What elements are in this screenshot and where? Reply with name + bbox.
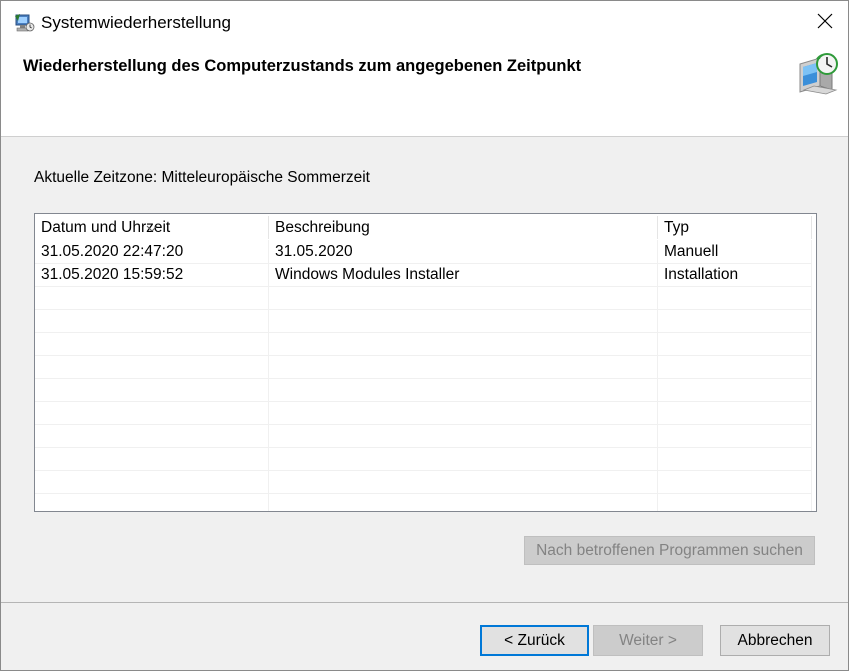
- empty-cell: [658, 401, 812, 424]
- system-restore-icon: [13, 12, 35, 34]
- empty-row: [35, 401, 812, 425]
- empty-cell: [658, 378, 812, 401]
- timezone-label: Aktuelle Zeitzone: Mitteleuropäische Som…: [34, 169, 370, 186]
- empty-cell: [269, 470, 658, 493]
- empty-cell: [269, 286, 658, 309]
- scan-affected-programs-button[interactable]: Nach betroffenen Programmen suchen: [524, 536, 815, 565]
- next-button[interactable]: Weiter >: [593, 625, 703, 656]
- cell-type: Installation: [658, 263, 812, 286]
- empty-cell: [35, 355, 269, 378]
- restore-point-list[interactable]: Datum und Uhrzeit Beschreibung Typ 31.05…: [34, 213, 817, 512]
- empty-cell: [269, 355, 658, 378]
- empty-cell: [658, 447, 812, 470]
- empty-cell: [35, 493, 269, 511]
- column-header-label: Typ: [664, 219, 689, 236]
- column-header-description[interactable]: Beschreibung: [269, 216, 658, 239]
- empty-row: [35, 309, 812, 333]
- sort-descending-icon: [146, 216, 158, 232]
- column-header-type[interactable]: Typ: [658, 216, 812, 239]
- empty-cell: [35, 470, 269, 493]
- empty-cell: [269, 401, 658, 424]
- empty-cell: [658, 424, 812, 447]
- empty-cell: [35, 286, 269, 309]
- wizard-header: Wiederherstellung des Computerzustands z…: [1, 45, 848, 137]
- close-button[interactable]: [802, 1, 848, 45]
- close-icon: [817, 13, 833, 34]
- empty-cell: [35, 309, 269, 332]
- cell-date: 31.05.2020 22:47:20: [35, 240, 269, 263]
- empty-row: [35, 378, 812, 402]
- empty-row: [35, 424, 812, 448]
- footer-divider: [1, 602, 848, 603]
- title-bar[interactable]: Systemwiederherstellung: [1, 1, 848, 45]
- empty-cell: [35, 424, 269, 447]
- cell-description: Windows Modules Installer: [269, 263, 658, 286]
- empty-cell: [35, 401, 269, 424]
- empty-row: [35, 286, 812, 310]
- window-title: Systemwiederherstellung: [41, 13, 231, 32]
- empty-cell: [658, 286, 812, 309]
- empty-cell: [658, 309, 812, 332]
- empty-cell: [35, 378, 269, 401]
- empty-cell: [658, 332, 812, 355]
- empty-row: [35, 493, 812, 511]
- empty-row: [35, 447, 812, 471]
- cancel-button[interactable]: Abbrechen: [720, 625, 830, 656]
- empty-row: [35, 355, 812, 379]
- system-restore-clock-icon: [796, 50, 840, 96]
- empty-cell: [269, 447, 658, 470]
- empty-cell: [35, 332, 269, 355]
- empty-cell: [658, 470, 812, 493]
- empty-cell: [269, 378, 658, 401]
- column-header-label: Beschreibung: [275, 219, 370, 236]
- cell-description: 31.05.2020: [269, 240, 658, 263]
- back-button[interactable]: < Zurück: [480, 625, 589, 656]
- empty-cell: [658, 493, 812, 511]
- empty-cell: [269, 332, 658, 355]
- empty-row: [35, 470, 812, 494]
- empty-row: [35, 332, 812, 356]
- empty-cell: [269, 493, 658, 511]
- cell-type: Manuell: [658, 240, 812, 263]
- empty-cell: [35, 447, 269, 470]
- table-row[interactable]: 31.05.2020 22:47:20 31.05.2020 Manuell: [35, 240, 812, 264]
- column-header-date[interactable]: Datum und Uhrzeit: [35, 216, 269, 239]
- empty-cell: [269, 309, 658, 332]
- empty-cell: [269, 424, 658, 447]
- list-header: Datum und Uhrzeit Beschreibung Typ: [35, 216, 812, 239]
- cell-date: 31.05.2020 15:59:52: [35, 263, 269, 286]
- empty-cell: [658, 355, 812, 378]
- page-title: Wiederherstellung des Computerzustands z…: [23, 57, 582, 75]
- table-row[interactable]: 31.05.2020 15:59:52 Windows Modules Inst…: [35, 263, 812, 287]
- system-restore-dialog: Systemwiederherstellung Wiederherstellun…: [0, 0, 849, 671]
